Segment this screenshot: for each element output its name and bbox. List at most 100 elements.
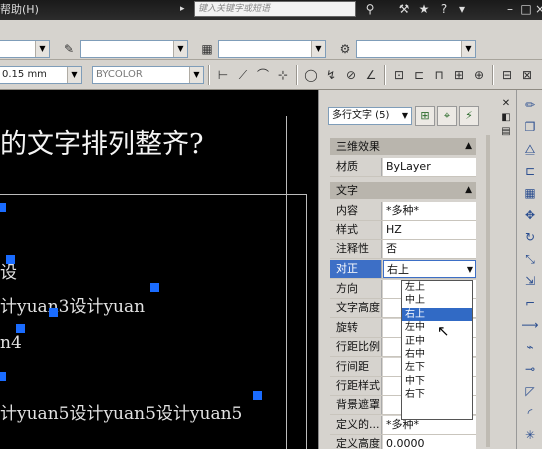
selection-grip[interactable]	[253, 391, 262, 400]
tolerance-icon[interactable]: ⊞	[450, 66, 468, 84]
selection-grip[interactable]	[0, 372, 6, 381]
aligned-dimension-icon[interactable]: ⟋	[234, 66, 252, 84]
scale-icon[interactable]: ⤡	[521, 250, 539, 268]
layer-combo[interactable]: ▼	[0, 40, 50, 58]
mirror-icon[interactable]: ⧋	[521, 140, 539, 158]
prop-key: 背景遮罩	[330, 396, 382, 414]
jogged-icon[interactable]: ↯	[322, 66, 340, 84]
baseline-icon[interactable]: ⊏	[410, 66, 428, 84]
prop-value[interactable]: ByLayer	[383, 158, 476, 176]
move-icon[interactable]: ✥	[521, 206, 539, 224]
radius-icon[interactable]: ◯	[302, 66, 320, 84]
menu-help[interactable]: 帮助(H)	[0, 2, 39, 18]
selection-combo[interactable]: 多行文字 (5) ▼	[328, 107, 412, 125]
inspect-icon[interactable]: ⊟	[498, 66, 516, 84]
break-icon[interactable]: ⌁	[521, 338, 539, 356]
justify-select[interactable]: 右上 ▼	[383, 260, 476, 278]
pen-icon[interactable]: ✎	[60, 40, 78, 58]
lineweight-combo[interactable]: 0.15 mm ▼	[0, 66, 82, 84]
chevron-down-icon: ▼	[311, 41, 325, 57]
selection-grip[interactable]	[49, 308, 58, 317]
stretch-icon[interactable]: ⇲	[521, 272, 539, 290]
dropdown-option[interactable]: 中下	[402, 375, 472, 388]
drawing-canvas[interactable]: 的文字排列整齐? 设 计yuan3设计yuan n4 计yuan5设计yuan5…	[0, 90, 318, 449]
continue-icon[interactable]: ⊓	[430, 66, 448, 84]
close-icon[interactable]: ×	[532, 1, 542, 17]
properties-menu-icon[interactable]: ▤	[499, 126, 513, 138]
help-dropdown-icon[interactable]: ▾	[454, 1, 470, 17]
extend-icon[interactable]: ⟶	[521, 316, 539, 334]
prop-row-defined-height[interactable]: 定义高度 0.0000	[330, 435, 476, 449]
tools-icon[interactable]: ⚒	[396, 1, 412, 17]
section-3d-effects[interactable]: 三维效果 ▲	[330, 138, 476, 155]
join-icon[interactable]: ⊸	[521, 360, 539, 378]
selection-grip[interactable]	[16, 324, 25, 333]
prop-value[interactable]: *多种*	[383, 202, 476, 220]
toolbar-row-1: ▼ ✎ ▼ ▦ ▼ ⚙ ▼	[0, 20, 542, 60]
section-text[interactable]: 文字 ▲	[330, 182, 476, 199]
minimize-icon[interactable]: –	[502, 1, 518, 17]
search-input[interactable]: 键入关键字或短语	[194, 1, 356, 17]
mtext-line[interactable]: 计yuan5设计yuan5设计yuan5	[0, 399, 242, 424]
mtext-line[interactable]: n4	[0, 333, 22, 353]
collapse-icon[interactable]: ▲	[465, 182, 472, 199]
rotate-icon[interactable]: ↻	[521, 228, 539, 246]
center-mark-icon[interactable]: ⊕	[470, 66, 488, 84]
quick-dimension-icon[interactable]: ⊡	[390, 66, 408, 84]
select-objects-icon[interactable]: ⌖	[437, 106, 457, 126]
close-icon[interactable]: ✕	[499, 98, 513, 110]
fillet-icon[interactable]: ◜	[521, 404, 539, 422]
prop-value[interactable]: HZ	[383, 221, 476, 239]
offset-icon[interactable]: ⊏	[521, 162, 539, 180]
prop-row-justify[interactable]: 对正 右上 ▼	[330, 260, 476, 279]
dropdown-option[interactable]: 左下	[402, 361, 472, 374]
angular-icon[interactable]: ∠	[362, 66, 380, 84]
help-icon[interactable]: ?	[436, 1, 452, 17]
prop-row-material[interactable]: 材质 ByLayer	[330, 158, 476, 177]
prop-value[interactable]: 0.0000	[383, 435, 476, 449]
erase-icon[interactable]: ✏	[521, 96, 539, 114]
prop-value[interactable]: 否	[383, 240, 476, 258]
style-combo[interactable]: ▼	[80, 40, 188, 58]
toolbar-separator	[492, 65, 494, 85]
copy-icon[interactable]: ❐	[521, 118, 539, 136]
selection-grip[interactable]	[6, 255, 15, 264]
selection-grip[interactable]	[150, 283, 159, 292]
dropdown-option[interactable]: 右下	[402, 388, 472, 401]
mtext-line[interactable]: 计yuan3设计yuan	[0, 292, 145, 317]
explode-icon[interactable]: ✳	[521, 426, 539, 444]
trim-icon[interactable]: ⌐	[521, 294, 539, 312]
prop-row-contents[interactable]: 内容 *多种*	[330, 202, 476, 221]
chevron-down-icon[interactable]: ▼	[467, 261, 473, 279]
pin-icon[interactable]: ◧	[499, 112, 513, 124]
toggle-pickadd-icon[interactable]: ⊞	[415, 106, 435, 126]
color-combo[interactable]: BYCOLOR ▼	[92, 66, 204, 84]
dropdown-option[interactable]: 左上	[402, 281, 472, 294]
table-style-combo[interactable]: ▼	[218, 40, 326, 58]
linear-dimension-icon[interactable]: ⊢	[214, 66, 232, 84]
justify-value: 右上	[387, 263, 409, 276]
multileader-icon[interactable]: ⚙	[336, 40, 354, 58]
star-icon[interactable]: ★	[416, 1, 432, 17]
ordinate-icon[interactable]: ⊹	[274, 66, 292, 84]
prop-row-annotative[interactable]: 注释性 否	[330, 240, 476, 259]
properties-scrollbar[interactable]	[486, 135, 490, 447]
table-style-icon[interactable]: ▦	[198, 40, 216, 58]
dropdown-option[interactable]: 中上	[402, 294, 472, 307]
search-dropdown-icon[interactable]: ▸	[180, 2, 192, 16]
collapse-icon[interactable]: ▲	[465, 138, 472, 155]
chamfer-icon[interactable]: ◸	[521, 382, 539, 400]
binoculars-icon[interactable]: ⚲	[362, 1, 378, 17]
edit-dimension-icon[interactable]: ⊠	[518, 66, 536, 84]
multileader-combo[interactable]: ▼	[356, 40, 476, 58]
dropdown-option[interactable]: 右中	[402, 348, 472, 361]
diameter-icon[interactable]: ⊘	[342, 66, 360, 84]
selection-grip[interactable]	[0, 203, 6, 212]
dropdown-option-selected[interactable]: 右上	[402, 307, 472, 322]
prop-row-style[interactable]: 样式 HZ	[330, 221, 476, 240]
arc-length-icon[interactable]: ⌒	[254, 66, 272, 84]
prop-key: 旋转	[330, 319, 382, 337]
prop-key: 文字高度	[330, 299, 382, 317]
quick-select-icon[interactable]: ⚡	[459, 106, 479, 126]
array-icon[interactable]: ▦	[521, 184, 539, 202]
